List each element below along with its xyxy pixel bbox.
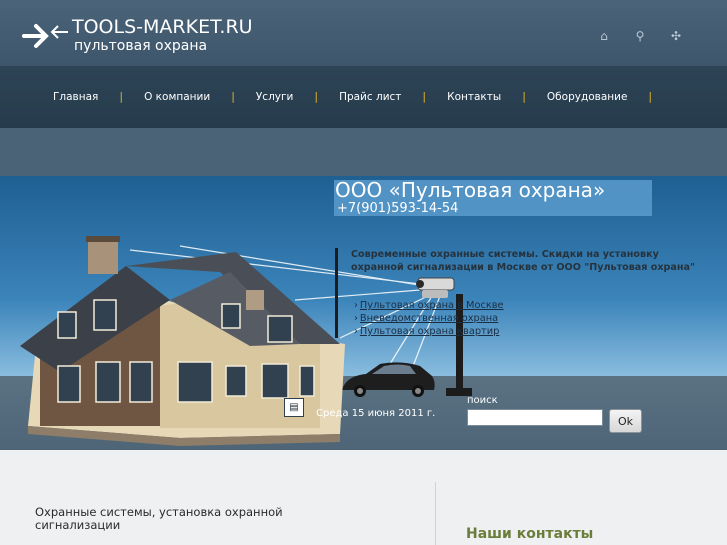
search-ok-button[interactable]: Ok	[609, 409, 642, 433]
nav-item-about[interactable]: О компании	[133, 91, 221, 103]
company-name: ООО «Пультовая охрана»	[335, 178, 606, 202]
content-divider	[435, 482, 436, 545]
main-nav: Главная | О компании | Услуги | Прайс лист |…	[0, 66, 727, 128]
promo-text: Современные охранные системы. Скидки на …	[351, 249, 696, 273]
hero-banner: ООО «Пультовая охрана» +7(901)593-14-54 …	[0, 176, 727, 450]
nav-separator: |	[522, 90, 526, 103]
nav-separator: |	[422, 90, 427, 103]
content-area: Охранные системы, установка охранной сиг…	[0, 450, 727, 545]
search-label: поиск	[467, 395, 498, 406]
calendar-icon: ▤	[284, 398, 304, 417]
nav-item-home[interactable]: Главная	[42, 91, 109, 103]
nav-item-equipment[interactable]: Оборудование	[536, 91, 639, 103]
nav-separator: |	[231, 90, 235, 103]
company-phone: +7(901)593-14-54	[337, 201, 459, 216]
site-header: TOOLS-MARKET.RU пультовая охрана ⌂ ⚲ ✣	[0, 0, 727, 66]
nav-separator: |	[314, 90, 319, 103]
logo-subtitle: пультовая охрана	[74, 38, 208, 54]
nav-separator: |	[119, 90, 124, 103]
hero-link-moscow[interactable]: Пультовая охрана в Москве	[354, 299, 504, 312]
nav-item-contacts[interactable]: Контакты	[436, 91, 512, 103]
hero-link-apartments[interactable]: Пультовая охрана квартир	[354, 325, 504, 338]
contacts-title: Наши контакты	[466, 526, 594, 542]
content-title: Охранные системы, установка охранной сиг…	[35, 505, 283, 532]
header-icons: ⌂ ⚲ ✣	[597, 29, 683, 43]
hero-links: Пультовая охрана в Москве Вневедомственн…	[354, 299, 504, 338]
sitemap-icon[interactable]: ✣	[669, 29, 683, 43]
home-icon[interactable]: ⌂	[597, 29, 611, 43]
search-input[interactable]	[467, 409, 603, 426]
arrow-logo-icon	[22, 24, 68, 48]
nav-separator: |	[648, 90, 653, 103]
nav-item-price[interactable]: Прайс лист	[328, 91, 412, 103]
header-band	[0, 128, 727, 176]
current-date: Среда 15 июня 2011 г.	[316, 408, 436, 419]
logo-title: TOOLS-MARKET.RU	[72, 16, 253, 38]
nav-item-services[interactable]: Услуги	[245, 91, 304, 103]
site-logo[interactable]: TOOLS-MARKET.RU пультовая охрана	[22, 14, 282, 60]
promo-divider	[335, 248, 338, 338]
search-icon[interactable]: ⚲	[633, 29, 647, 43]
hero-link-private-security[interactable]: Вневедомственная охрана	[354, 312, 504, 325]
